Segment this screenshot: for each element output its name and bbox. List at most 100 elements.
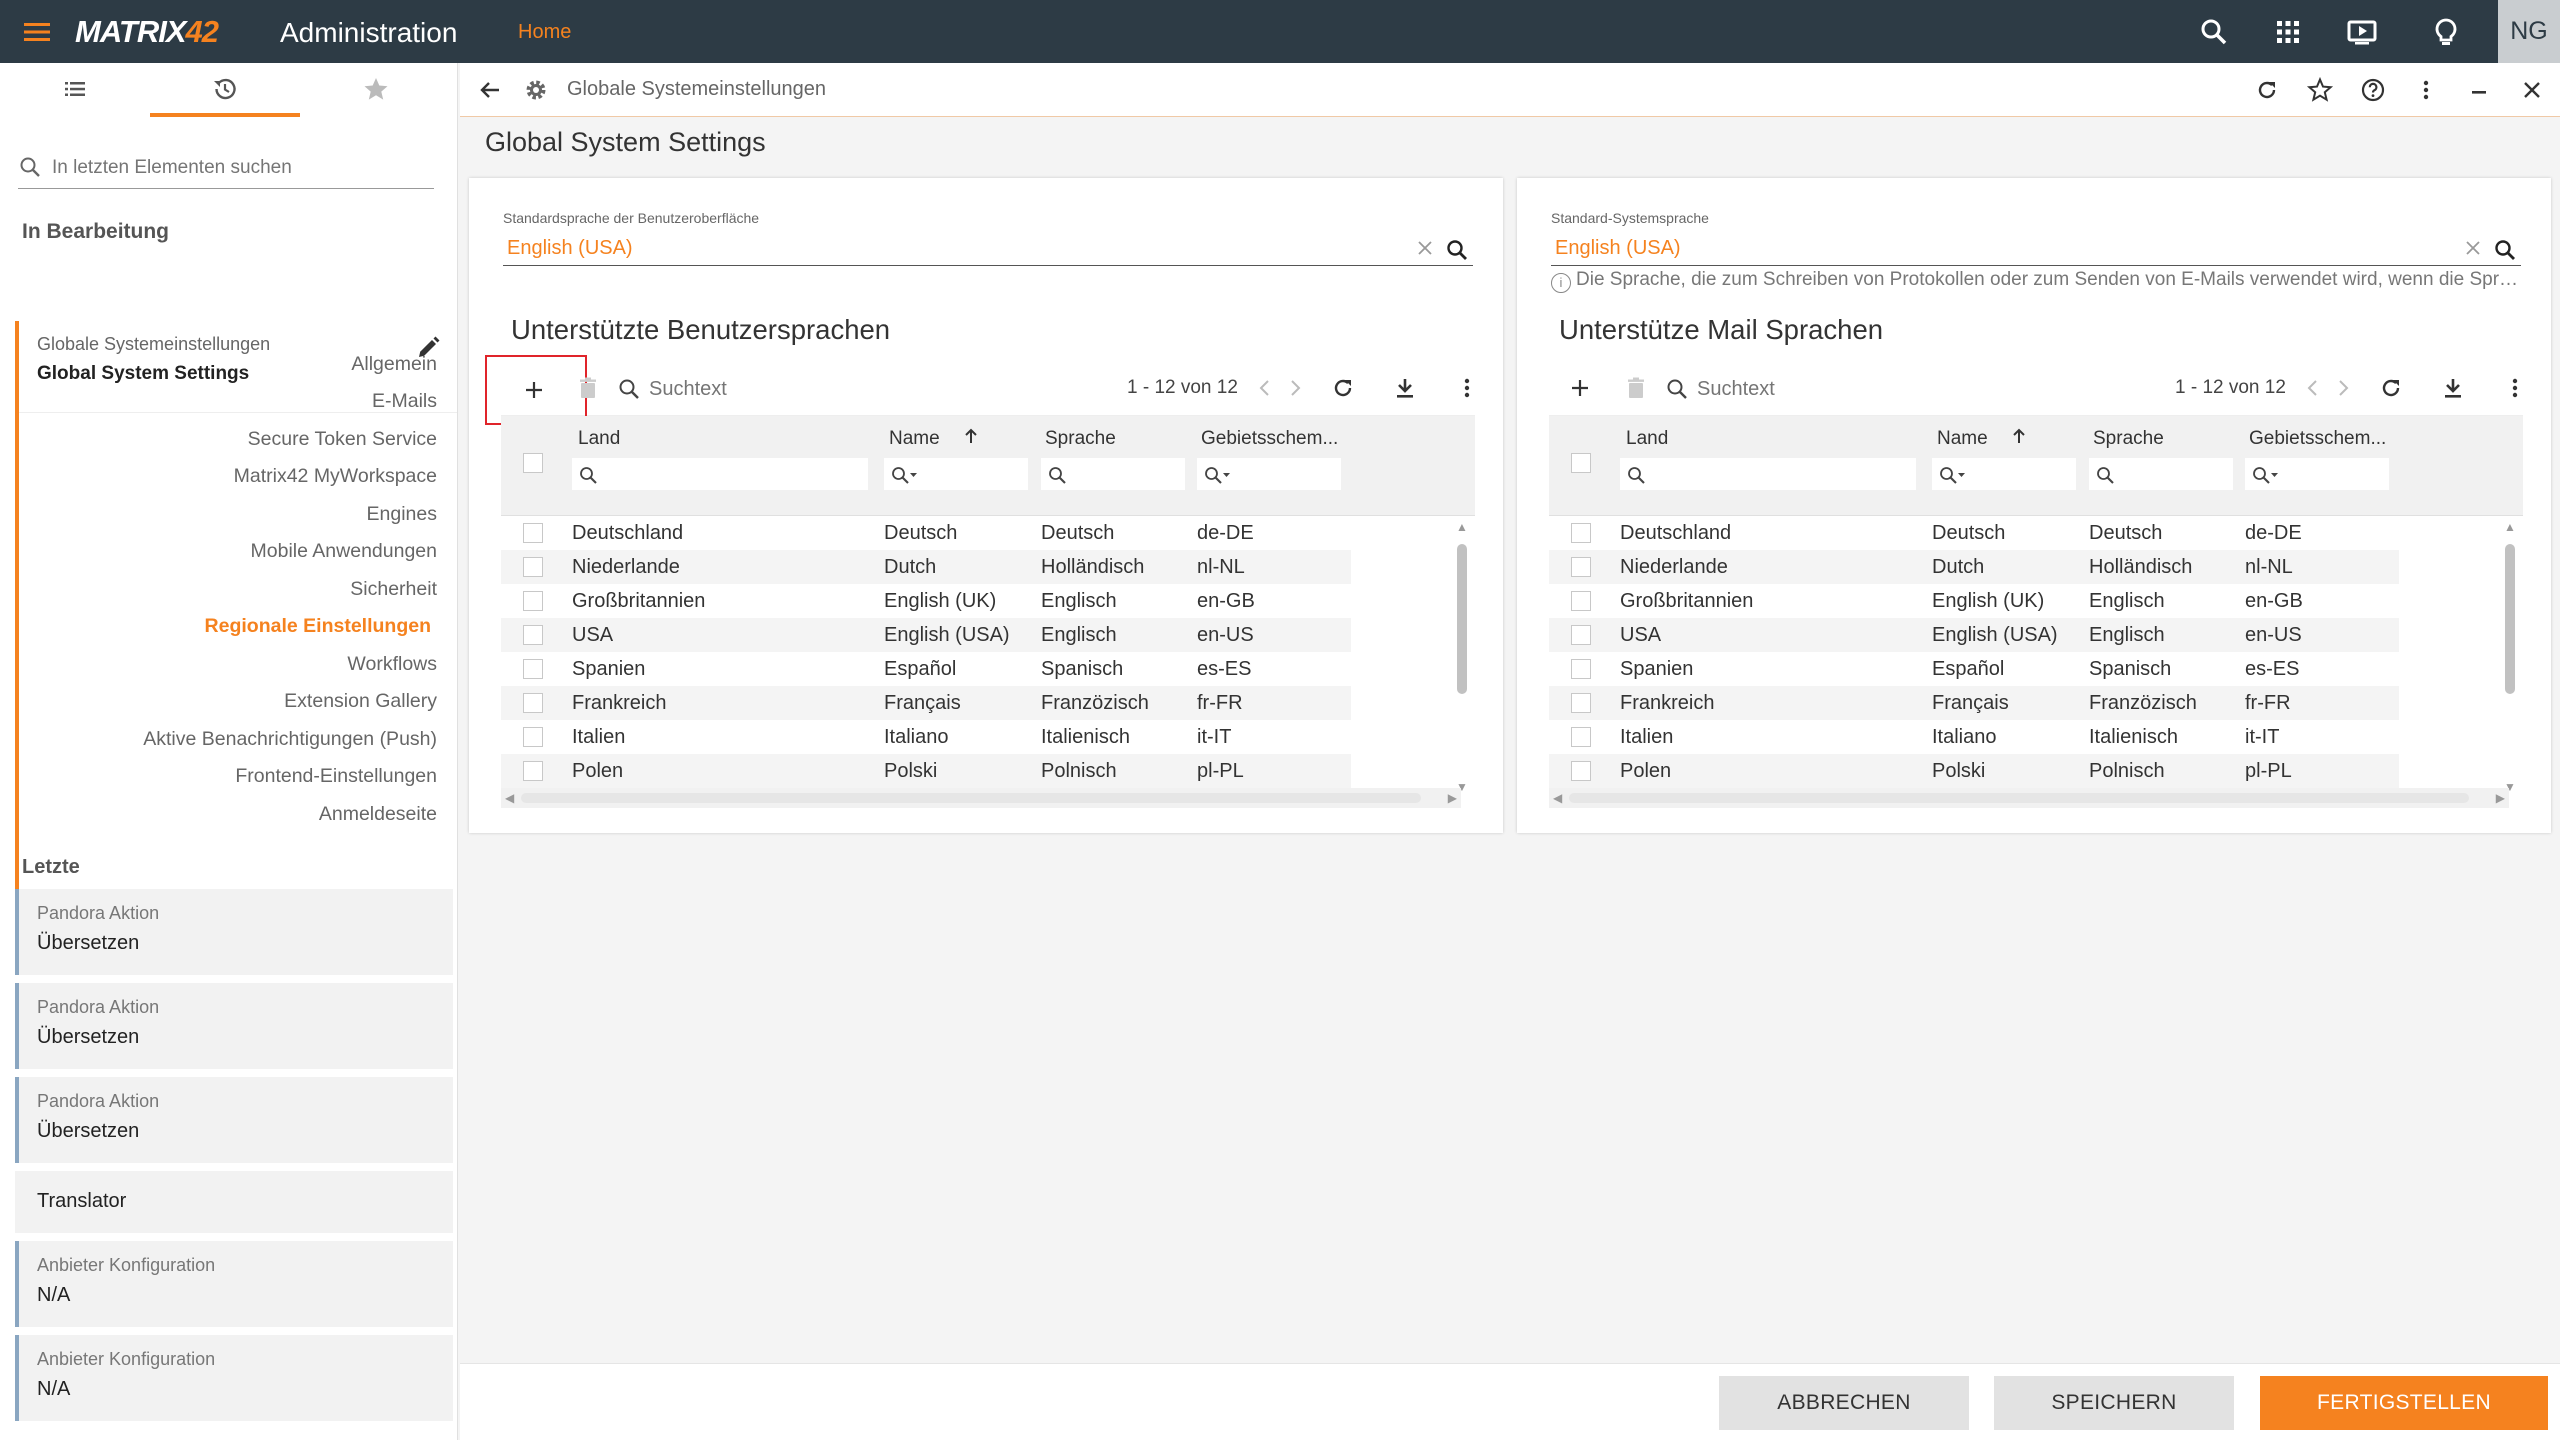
save-button[interactable]: SPEICHERN (1994, 1376, 2234, 1430)
vertical-scrollbar[interactable]: ▲ ▼ (2503, 520, 2517, 794)
scroll-left-icon[interactable]: ◀ (1553, 791, 1562, 805)
horizontal-scrollbar[interactable]: ◀ ▶ (1549, 788, 2509, 808)
row-checkbox[interactable] (523, 693, 543, 713)
user-avatar[interactable]: NG (2498, 0, 2560, 63)
row-checkbox[interactable] (523, 727, 543, 747)
column-header-name[interactable]: Name (889, 428, 940, 450)
row-checkbox[interactable] (1571, 727, 1591, 747)
nav-sicherheit[interactable]: Sicherheit (350, 578, 437, 601)
table-row[interactable]: Frankreich Français Franzözisch fr-FR (501, 686, 1351, 720)
column-header-name[interactable]: Name (1937, 428, 1988, 450)
grid-search-input[interactable] (1697, 374, 1897, 404)
help-icon[interactable] (2359, 76, 2387, 104)
row-checkbox[interactable] (523, 591, 543, 611)
presentation-icon[interactable] (2346, 16, 2378, 48)
lightbulb-icon[interactable] (2430, 16, 2462, 48)
select-all-checkbox[interactable] (523, 453, 543, 473)
scrollbar-thumb[interactable] (1457, 544, 1467, 694)
filter-name[interactable] (884, 458, 1028, 490)
refresh-icon[interactable] (2253, 76, 2281, 104)
default-system-language-field[interactable]: English (USA) (1551, 232, 2521, 266)
column-header-land[interactable]: Land (578, 428, 620, 450)
more-vertical-icon[interactable] (1453, 374, 1481, 402)
nav-e-mails[interactable]: E-Mails (372, 390, 437, 413)
download-icon[interactable] (2439, 374, 2467, 402)
scroll-left-icon[interactable]: ◀ (505, 791, 514, 805)
scrollbar-thumb[interactable] (521, 793, 1421, 803)
hamburger-menu-icon[interactable] (22, 19, 52, 45)
more-vertical-icon[interactable] (2501, 374, 2529, 402)
search-icon[interactable] (2493, 238, 2517, 262)
filter-gebietsschema[interactable] (1197, 458, 1341, 490)
nav-workflows[interactable]: Workflows (347, 653, 437, 676)
horizontal-scrollbar[interactable]: ◀ ▶ (501, 788, 1461, 808)
table-row[interactable]: Deutschland Deutsch Deutsch de-DE (1549, 516, 2399, 550)
column-header-gebietsschema[interactable]: Gebietsschem... (1201, 428, 1338, 450)
row-checkbox[interactable] (1571, 693, 1591, 713)
history-icon[interactable] (211, 75, 239, 103)
search-icon[interactable] (2198, 16, 2230, 48)
row-checkbox[interactable] (523, 659, 543, 679)
apps-icon[interactable] (2272, 16, 2304, 48)
table-row[interactable]: Polen Polski Polnisch pl-PL (1549, 754, 2399, 788)
nav-frontend-einstellungen[interactable]: Frontend-Einstellungen (235, 765, 437, 788)
home-link[interactable]: Home (518, 21, 571, 44)
next-page-icon[interactable] (2329, 374, 2357, 402)
nav-engines[interactable]: Engines (367, 503, 437, 526)
scrollbar-thumb[interactable] (2505, 544, 2515, 694)
table-row[interactable]: Polen Polski Polnisch pl-PL (501, 754, 1351, 788)
table-row[interactable]: Großbritannien English (UK) Englisch en-GB (1549, 584, 2399, 618)
row-checkbox[interactable] (1571, 523, 1591, 543)
favorite-star-icon[interactable] (2306, 76, 2334, 104)
scroll-up-icon[interactable]: ▲ (1456, 520, 1468, 534)
row-checkbox[interactable] (523, 523, 543, 543)
recent-item[interactable]: Pandora Aktion Übersetzen (15, 1077, 453, 1163)
table-row[interactable]: Spanien Español Spanisch es-ES (501, 652, 1351, 686)
download-icon[interactable] (1391, 374, 1419, 402)
add-button[interactable] (1549, 360, 1609, 416)
sort-ascending-icon[interactable] (2009, 426, 2029, 446)
filter-land[interactable] (1620, 458, 1916, 490)
back-arrow-icon[interactable] (476, 76, 504, 104)
filter-name[interactable] (1932, 458, 2076, 490)
sort-ascending-icon[interactable] (961, 426, 981, 446)
matrix42-logo[interactable]: MATRIX42 (75, 14, 219, 50)
recent-item[interactable]: Translator (15, 1171, 453, 1233)
column-header-sprache[interactable]: Sprache (1045, 428, 1116, 450)
table-row[interactable]: Großbritannien English (UK) Englisch en-GB (501, 584, 1351, 618)
scroll-right-icon[interactable]: ▶ (1448, 791, 1457, 805)
more-vertical-icon[interactable] (2412, 76, 2440, 104)
recent-item[interactable]: Pandora Aktion Übersetzen (15, 889, 453, 975)
delete-icon[interactable] (1624, 376, 1648, 400)
recent-search[interactable] (18, 149, 434, 189)
add-button[interactable] (485, 355, 587, 425)
cancel-button[interactable]: ABBRECHEN (1719, 1376, 1969, 1430)
row-checkbox[interactable] (1571, 659, 1591, 679)
column-header-gebietsschema[interactable]: Gebietsschem... (2249, 428, 2386, 450)
table-row[interactable]: Niederlande Dutch Holländisch nl-NL (501, 550, 1351, 584)
nav-mobile-anwendungen[interactable]: Mobile Anwendungen (251, 540, 437, 563)
nav-allgemein[interactable]: Allgemein (351, 353, 437, 376)
row-checkbox[interactable] (1571, 557, 1591, 577)
recent-item[interactable]: Anbieter Konfiguration N/A (15, 1335, 453, 1421)
star-icon[interactable] (362, 75, 390, 103)
recent-search-input[interactable] (52, 153, 432, 183)
table-row[interactable]: USA English (USA) Englisch en-US (501, 618, 1351, 652)
clear-icon[interactable] (1415, 238, 1435, 258)
list-icon[interactable] (61, 75, 89, 103)
nav-extension-gallery[interactable]: Extension Gallery (284, 690, 437, 713)
nav-aktive-benachrichtigungen[interactable]: Aktive Benachrichtigungen (Push) (143, 728, 437, 751)
finish-button[interactable]: FERTIGSTELLEN (2260, 1376, 2548, 1430)
nav-myworkspace[interactable]: Matrix42 MyWorkspace (234, 465, 437, 488)
column-header-land[interactable]: Land (1626, 428, 1668, 450)
table-row[interactable]: Italien Italiano Italienisch it-IT (1549, 720, 2399, 754)
row-checkbox[interactable] (523, 557, 543, 577)
filter-sprache[interactable] (2089, 458, 2233, 490)
row-checkbox[interactable] (523, 761, 543, 781)
row-checkbox[interactable] (1571, 625, 1591, 645)
filter-land[interactable] (572, 458, 868, 490)
scroll-up-icon[interactable]: ▲ (2504, 520, 2516, 534)
table-row[interactable]: USA English (USA) Englisch en-US (1549, 618, 2399, 652)
table-row[interactable]: Spanien Español Spanisch es-ES (1549, 652, 2399, 686)
prev-page-icon[interactable] (1251, 374, 1279, 402)
